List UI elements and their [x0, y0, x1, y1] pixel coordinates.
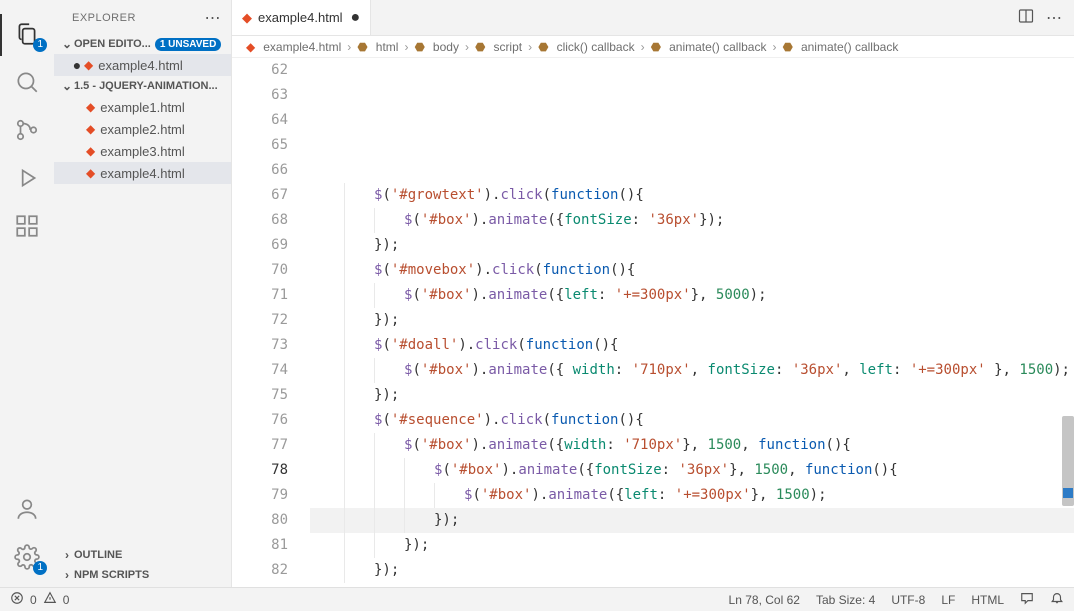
error-count[interactable]: 0 — [30, 593, 37, 607]
activity-account-icon[interactable] — [11, 493, 43, 525]
chevron-right-icon: › — [404, 40, 408, 54]
symbol-icon: ⬣ — [475, 40, 485, 54]
unsaved-badge: 1 UNSAVED — [155, 38, 222, 51]
symbol-icon: ⬣ — [538, 40, 548, 54]
encoding[interactable]: UTF-8 — [891, 593, 925, 607]
chevron-right-icon: › — [60, 568, 74, 582]
warning-count[interactable]: 0 — [63, 593, 70, 607]
chevron-right-icon: › — [772, 40, 776, 54]
chevron-down-icon: ⌄ — [60, 79, 74, 93]
line-gutter: 6263646566676869707172737475767778798081… — [232, 58, 310, 587]
open-editor-item[interactable]: ● ◆ example4.html — [54, 54, 231, 76]
chevron-right-icon: › — [60, 548, 74, 562]
npm-scripts-header[interactable]: › NPM SCRIPTS — [54, 565, 231, 585]
code-content[interactable]: $('#growtext').click(function(){$('#box'… — [310, 58, 1074, 587]
html-file-icon: ◆ — [246, 40, 255, 54]
breadcrumb[interactable]: ◆example4.html ›⬣html ›⬣body ›⬣script ›⬣… — [232, 36, 1074, 58]
modified-dot-icon: ● — [351, 9, 361, 27]
symbol-icon: ⬣ — [782, 40, 792, 54]
split-editor-icon[interactable] — [1018, 8, 1034, 27]
sidebar: EXPLORER ⋯ ⌄ OPEN EDITO... 1 UNSAVED ● ◆… — [54, 0, 232, 587]
activity-debug-icon[interactable] — [11, 162, 43, 194]
gear-badge: 1 — [33, 561, 47, 575]
bell-icon[interactable] — [1050, 591, 1064, 608]
html-file-icon: ◆ — [86, 100, 95, 114]
activity-badge: 1 — [33, 38, 47, 52]
feedback-icon[interactable] — [1020, 591, 1034, 608]
chevron-right-icon: › — [347, 40, 351, 54]
status-bar: 0 0 Ln 78, Col 62 Tab Size: 4 UTF-8 LF H… — [0, 587, 1074, 611]
open-editors-header[interactable]: ⌄ OPEN EDITO... 1 UNSAVED — [54, 34, 231, 54]
chevron-right-icon: › — [641, 40, 645, 54]
file-item[interactable]: ◆example3.html — [54, 140, 231, 162]
modified-dot-icon: ● — [72, 60, 82, 70]
html-file-icon: ◆ — [86, 166, 95, 180]
activity-search-icon[interactable] — [11, 66, 43, 98]
tab-bar: ◆ example4.html ● ⋯ — [232, 0, 1074, 36]
explorer-title: EXPLORER — [72, 12, 136, 24]
activity-scm-icon[interactable] — [11, 114, 43, 146]
folder-header[interactable]: ⌄ 1.5 - JQUERY-ANIMATION... — [54, 76, 231, 96]
activity-explorer-icon[interactable]: 1 — [11, 18, 43, 50]
symbol-icon: ⬣ — [651, 40, 661, 54]
editor-tab[interactable]: ◆ example4.html ● — [232, 0, 371, 35]
activity-bar: 1 1 — [0, 0, 54, 587]
activity-extensions-icon[interactable] — [11, 210, 43, 242]
errors-icon[interactable] — [10, 591, 24, 608]
html-file-icon: ◆ — [84, 58, 93, 72]
symbol-icon: ⬣ — [414, 40, 424, 54]
eol[interactable]: LF — [941, 593, 955, 607]
language-mode[interactable]: HTML — [971, 593, 1004, 607]
tab-size[interactable]: Tab Size: 4 — [816, 593, 875, 607]
editor-area: ◆ example4.html ● ⋯ ◆example4.html ›⬣htm… — [232, 0, 1074, 587]
html-file-icon: ◆ — [86, 122, 95, 136]
chevron-right-icon: › — [528, 40, 532, 54]
file-item[interactable]: ◆example2.html — [54, 118, 231, 140]
file-item[interactable]: ◆example4.html — [54, 162, 231, 184]
file-item[interactable]: ◆example1.html — [54, 96, 231, 118]
html-file-icon: ◆ — [86, 144, 95, 158]
outline-header[interactable]: › OUTLINE — [54, 545, 231, 565]
warnings-icon[interactable] — [43, 591, 57, 608]
symbol-icon: ⬣ — [357, 40, 367, 54]
cursor-position[interactable]: Ln 78, Col 62 — [729, 593, 800, 607]
code-editor[interactable]: 6263646566676869707172737475767778798081… — [232, 58, 1074, 587]
html-file-icon: ◆ — [242, 10, 252, 26]
explorer-more-icon[interactable]: ⋯ — [205, 8, 222, 28]
activity-settings-icon[interactable]: 1 — [11, 541, 43, 573]
chevron-right-icon: › — [465, 40, 469, 54]
more-actions-icon[interactable]: ⋯ — [1046, 8, 1062, 28]
chevron-down-icon: ⌄ — [60, 37, 74, 51]
